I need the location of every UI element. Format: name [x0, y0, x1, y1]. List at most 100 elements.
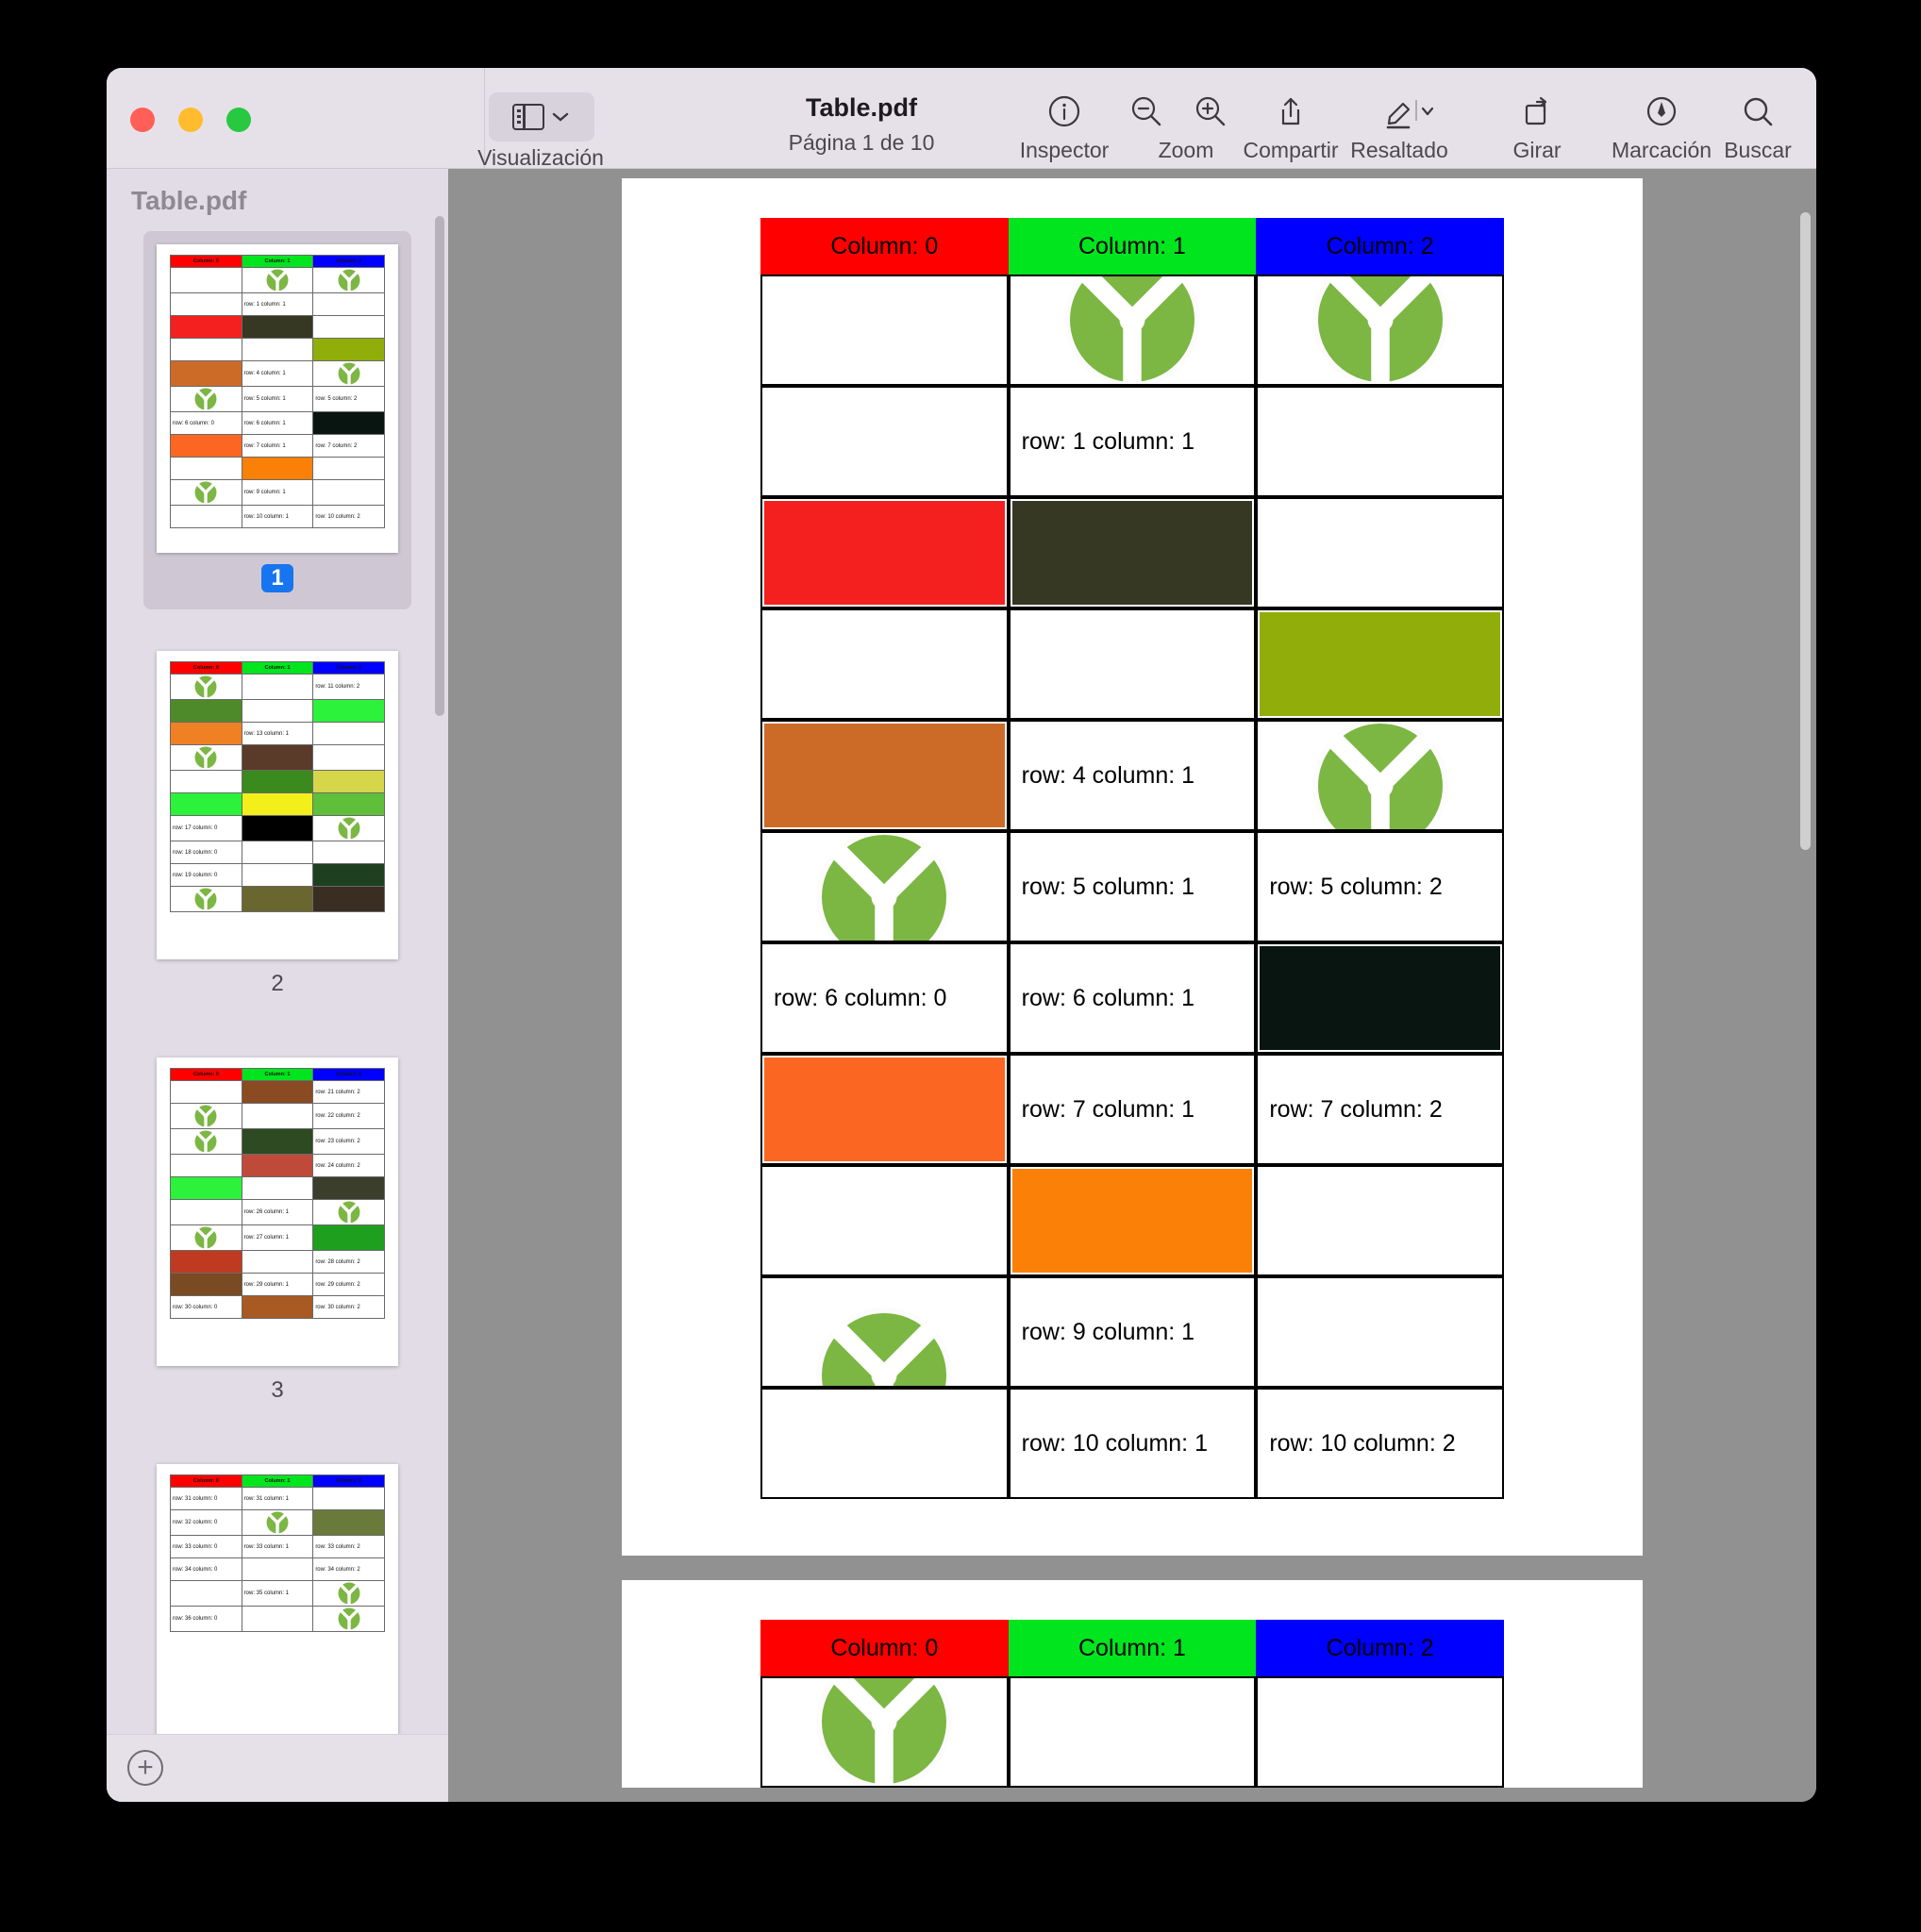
thumbnail-cell-text: row: 29 column: 2 — [312, 1273, 385, 1296]
thumbnail-item-3[interactable]: Column: 0 Column: 1 Column: 2 row: 21 colum… — [143, 1044, 411, 1423]
green-circle-logo — [1310, 276, 1451, 384]
thumbnail-column-header: Column: 0 — [170, 255, 242, 268]
table-row: row: 1 column: 1 — [760, 386, 1504, 497]
sidebar-footer: + — [107, 1734, 448, 1802]
thumbnail-cell-empty — [170, 267, 242, 293]
thumbnail-item-1[interactable]: Column: 0 Column: 1 Column: 2 row: 1 column… — [143, 231, 411, 609]
thumbnail-cell-color — [312, 1509, 385, 1536]
green-circle-logo — [1064, 276, 1200, 384]
thumbnail-cell-text: row: 1 column: 1 — [241, 292, 314, 316]
thumbnail-item-2[interactable]: Column: 0 Column: 1 Column: 2 row: 11 colum… — [143, 638, 411, 1016]
thumbnail-row: row: 7 column: 1 row: 7 column: 2 — [170, 434, 385, 458]
toolbar: Visualización Table.pdf Página 1 de 10 I… — [107, 68, 1816, 170]
thumbnail-cell-image — [170, 1224, 242, 1251]
minimize-button[interactable] — [178, 108, 203, 132]
thumbnail-row: row: 27 column: 1 — [170, 1224, 385, 1251]
table-cell-empty — [760, 275, 1009, 386]
thumbnail-row — [170, 792, 385, 816]
close-button[interactable] — [130, 108, 155, 132]
table-cell-empty — [760, 1388, 1009, 1499]
maximize-button[interactable] — [226, 108, 251, 132]
search-button[interactable]: Buscar — [1701, 89, 1814, 163]
pdf-scrollbar[interactable] — [1800, 212, 1811, 850]
view-toggle-button[interactable] — [489, 92, 594, 142]
green-circle-logo — [1310, 722, 1451, 829]
thumbnail-row: row: 22 column: 2 — [170, 1103, 385, 1129]
inspector-label: Inspector — [1019, 138, 1110, 162]
table-cell-empty — [1256, 1276, 1504, 1388]
thumbnail-cell-color — [170, 792, 242, 816]
thumbnail-cell-empty — [170, 338, 242, 361]
add-page-button[interactable]: + — [127, 1750, 163, 1786]
thumbnail-cell-image — [312, 815, 385, 841]
thumbnail-row: row: 33 column: 0 row: 33 column: 1 row: 3… — [170, 1535, 385, 1558]
table-cell-color — [760, 720, 1009, 831]
thumbnail-row — [170, 886, 385, 912]
thumbnail-cell-image — [170, 886, 242, 912]
table-row: row: 10 column: 1 row: 10 column: 2 — [760, 1388, 1504, 1499]
highlight-pen-icon — [1324, 89, 1490, 134]
inspector-button[interactable]: Inspector — [1008, 89, 1121, 163]
table-cell-text: row: 4 column: 1 — [1008, 720, 1257, 831]
thumbnail-row: row: 5 column: 1 row: 5 column: 2 — [170, 386, 385, 412]
table-header-row: Column: 0 Column: 1 Column: 2 — [760, 218, 1504, 275]
table-row — [760, 497, 1504, 608]
thumbnail-row: row: 26 column: 1 — [170, 1199, 385, 1225]
pdf-page-1: Column: 0 Column: 1 Column: 2 row: 1 column… — [622, 178, 1643, 1556]
thumbnail-row: row: 4 column: 1 — [170, 360, 385, 387]
thumbnail-cell-image — [312, 267, 385, 293]
thumbnail-cell-color — [241, 1080, 314, 1104]
thumbnail-row: row: 21 column: 2 — [170, 1080, 385, 1104]
table-cell-color — [760, 497, 1009, 608]
thumbnail-column-header: Column: 2 — [312, 1068, 385, 1081]
thumbnail-page-number: 2 — [271, 971, 284, 996]
table-cell-empty — [1256, 1676, 1504, 1788]
table-cell-text: row: 6 column: 0 — [760, 942, 1009, 1054]
thumbnail-cell-color — [170, 315, 242, 339]
thumbnail-cell-image — [170, 1103, 242, 1129]
thumbnail-column-header: Column: 2 — [312, 255, 385, 268]
search-icon — [1701, 89, 1814, 134]
thumbnail-row — [170, 267, 385, 293]
thumbnail-page: Column: 0 Column: 1 Column: 2 row: 11 colum… — [157, 651, 398, 959]
green-circle-logo — [193, 387, 218, 411]
column-header-1: Column: 1 — [1008, 1620, 1257, 1676]
pdf-table-page-2: Column: 0 Column: 1 Column: 2 — [760, 1620, 1504, 1788]
thumbnail-cell-text: row: 17 column: 0 — [170, 815, 242, 841]
thumbnail-cell-image — [312, 1606, 385, 1632]
table-cell-image — [760, 831, 1009, 942]
thumbnail-cell-empty — [241, 338, 314, 361]
table-cell-color — [1256, 942, 1504, 1054]
table-cell-text: row: 7 column: 1 — [1008, 1054, 1257, 1165]
thumbnail-row — [170, 315, 385, 339]
thumbnail-column-header: Column: 1 — [241, 661, 314, 675]
thumbnail-cell-text: row: 10 column: 1 — [241, 505, 314, 528]
thumbnail-list[interactable]: Column: 0 Column: 1 Column: 2 row: 1 column… — [107, 231, 448, 1734]
thumbnail-cell-empty — [312, 744, 385, 771]
thumbnail-cell-color — [312, 792, 385, 816]
color-swatch — [764, 724, 1005, 827]
table-cell-color — [1008, 497, 1257, 608]
thumbnail-cell-color — [241, 886, 314, 912]
thumbnail-column-header: Column: 2 — [312, 1474, 385, 1488]
table-cell-text: row: 9 column: 1 — [1008, 1276, 1257, 1388]
thumbnail-row: row: 11 column: 2 — [170, 674, 385, 700]
highlight-button[interactable]: Resaltado — [1324, 89, 1490, 163]
sidebar-scrollbar[interactable] — [435, 216, 444, 716]
thumbnail-row: row: 28 column: 2 — [170, 1250, 385, 1274]
thumbnail-cell-text: row: 24 column: 2 — [312, 1154, 385, 1177]
thumbnail-row: row: 36 column: 0 — [170, 1606, 385, 1632]
thumbnail-cell-empty — [241, 863, 314, 887]
green-circle-logo — [816, 1307, 953, 1386]
color-swatch — [764, 1058, 1005, 1161]
thumbnail-cell-text: row: 27 column: 1 — [241, 1224, 314, 1251]
table-cell-empty — [760, 608, 1009, 720]
thumbnail-cell-empty — [241, 1250, 314, 1274]
green-circle-logo — [337, 1581, 361, 1606]
thumbnail-cell-text: row: 9 column: 1 — [241, 479, 314, 506]
chevron-down-icon — [552, 112, 569, 122]
thumbnail-item-4[interactable]: Column: 0 Column: 1 Column: 2 row: 31 colum… — [143, 1451, 411, 1734]
thumbnail-cell-empty — [170, 1154, 242, 1177]
pdf-viewer[interactable]: Column: 0 Column: 1 Column: 2 row: 1 column… — [448, 169, 1816, 1802]
green-circle-logo — [1061, 276, 1203, 384]
